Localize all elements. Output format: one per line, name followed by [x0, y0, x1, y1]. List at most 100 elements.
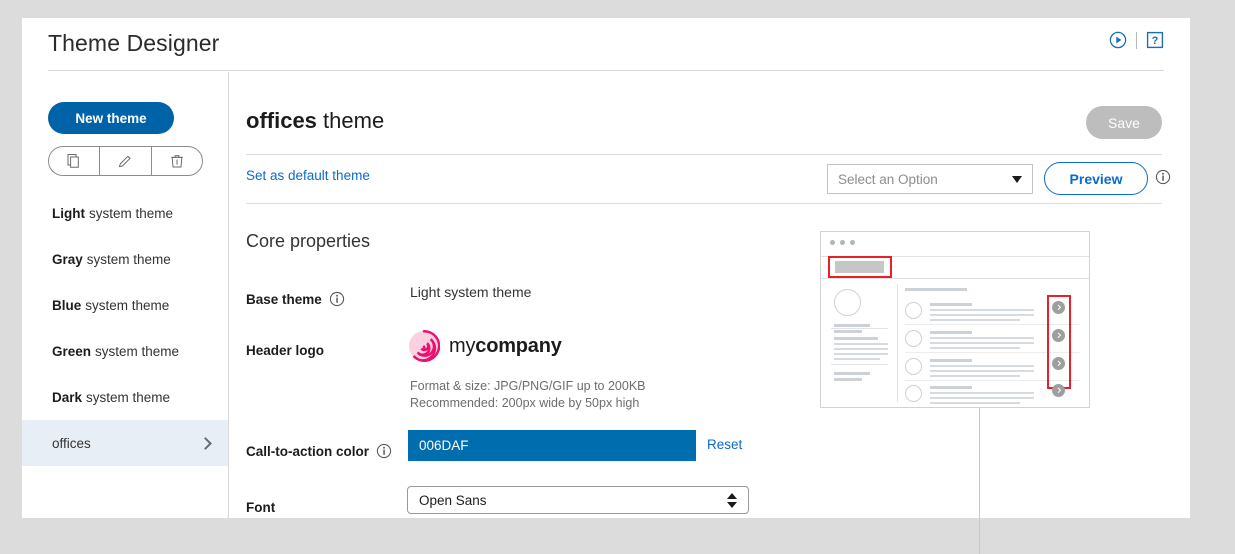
preview-content-title-bar	[905, 288, 967, 291]
theme-designer-window: Theme Designer ? New theme Light system …	[22, 18, 1190, 554]
cta-color-label: Call-to-action color	[246, 443, 392, 459]
font-label-text: Font	[246, 500, 276, 515]
header-logo-hint: Format & size: JPG/PNG/GIF up to 200KB R…	[410, 378, 646, 412]
preview-row-chevron-icon	[1052, 384, 1065, 397]
core-properties-title: Core properties	[246, 231, 371, 251]
save-button[interactable]: Save	[1086, 106, 1162, 139]
theme-suffix: system theme	[86, 251, 171, 267]
preview-logo-highlight	[828, 256, 892, 278]
font-label: Font	[246, 500, 275, 515]
stepper-arrows-icon	[727, 492, 737, 508]
mycompany-wordmark: mycompany	[449, 335, 562, 358]
chevron-right-icon	[199, 436, 212, 450]
theme-suffix: system theme	[95, 343, 180, 359]
preview-bar	[834, 378, 862, 381]
theme-heading: offices theme	[246, 108, 384, 134]
mycompany-spiral-logo-icon	[408, 330, 440, 362]
preview-option-placeholder: Select an Option	[838, 171, 938, 187]
sidebar-item-green-system-theme[interactable]: Green system theme	[22, 328, 228, 374]
preview-row-avatar	[905, 330, 922, 347]
preview-bar	[834, 324, 870, 327]
sidebar-item-offices[interactable]: offices	[22, 420, 228, 466]
cta-color-info-icon[interactable]	[376, 443, 392, 459]
preview-bar	[834, 337, 878, 340]
font-select-value: Open Sans	[419, 492, 487, 508]
preview-row-chevron-icon	[1052, 329, 1065, 342]
logo-hint-size: Recommended: 200px wide by 50px high	[410, 396, 640, 410]
preview-sidebar-divider	[831, 364, 888, 365]
sidebar-item-dark-system-theme[interactable]: Dark system theme	[22, 374, 228, 420]
sidebar-item-light-system-theme[interactable]: Light system theme	[22, 190, 228, 236]
title-divider	[48, 70, 1164, 71]
preview-content-divider	[897, 284, 898, 402]
preview-avatar-circle	[834, 289, 861, 316]
base-theme-label: Base theme	[246, 291, 345, 307]
preview-row-avatar	[905, 358, 922, 375]
header-logo-label: Header logo	[246, 343, 324, 358]
theme-sidebar: New theme Light system theme Gray system…	[22, 72, 228, 518]
header-logo-label-text: Header logo	[246, 343, 325, 358]
theme-heading-name: offices	[246, 108, 317, 133]
preview-bar	[834, 330, 862, 333]
edit-theme-button[interactable]	[99, 147, 150, 175]
topbar-divider	[1136, 31, 1137, 49]
page-title: Theme Designer	[48, 30, 220, 56]
help-question-icon[interactable]: ?	[1146, 31, 1164, 49]
preview-row-avatar	[905, 302, 922, 319]
window-topbar: Theme Designer ?	[22, 18, 1190, 72]
theme-heading-suffix: theme	[316, 108, 385, 133]
logo-text-light: my	[449, 334, 476, 357]
trash-icon	[169, 153, 185, 169]
theme-name: Green	[52, 343, 92, 359]
set-as-default-theme-link[interactable]: Set as default theme	[246, 168, 370, 183]
preview-info-icon[interactable]	[1155, 169, 1171, 185]
preview-option-select[interactable]: Select an Option	[827, 164, 1033, 194]
preview-bar	[834, 353, 888, 355]
preview-bar	[834, 348, 888, 350]
header-divider-bottom	[246, 203, 1162, 204]
theme-suffix: system theme	[86, 389, 171, 405]
font-select[interactable]: Open Sans	[407, 486, 749, 514]
base-theme-label-text: Base theme	[246, 291, 322, 307]
preview-bar	[834, 372, 870, 375]
sidebar-item-blue-system-theme[interactable]: Blue system theme	[22, 282, 228, 328]
base-theme-value: Light system theme	[410, 284, 532, 300]
cta-color-value: 006DAF	[419, 438, 469, 453]
header-divider-top	[246, 154, 1162, 155]
base-theme-info-icon[interactable]	[329, 291, 345, 307]
copy-icon	[66, 153, 82, 169]
theme-list: Light system theme Gray system theme Blu…	[22, 190, 228, 466]
theme-suffix: system theme	[85, 297, 170, 313]
video-play-icon[interactable]	[1109, 31, 1127, 49]
theme-preview-thumbnail	[820, 231, 1090, 408]
theme-name: Gray	[52, 251, 83, 267]
cta-color-label-text: Call-to-action color	[246, 443, 370, 459]
preview-nav-divider	[821, 278, 1089, 279]
new-theme-button[interactable]: New theme	[48, 102, 174, 134]
chevron-down-icon	[1012, 175, 1022, 183]
theme-name: Dark	[52, 389, 83, 405]
copy-theme-button[interactable]	[49, 147, 99, 175]
preview-bar	[834, 358, 880, 360]
cta-color-input[interactable]: 006DAF	[408, 430, 696, 461]
theme-name: Light	[52, 205, 85, 221]
header-logo-preview: mycompany	[408, 330, 562, 362]
preview-row-chevron-icon	[1052, 301, 1065, 314]
theme-name: Blue	[52, 297, 82, 313]
theme-suffix: system theme	[89, 205, 174, 221]
preview-button[interactable]: Preview	[1044, 162, 1148, 195]
preview-sidebar-divider	[831, 328, 888, 329]
theme-name: offices	[52, 435, 91, 451]
logo-text-bold: company	[475, 334, 562, 357]
pencil-icon	[117, 153, 133, 169]
preview-row-avatar	[905, 385, 922, 402]
logo-hint-format: Format & size: JPG/PNG/GIF up to 200KB	[410, 379, 646, 393]
topbar-icon-group: ?	[1109, 31, 1164, 49]
sidebar-item-gray-system-theme[interactable]: Gray system theme	[22, 236, 228, 282]
preview-bar	[834, 343, 888, 345]
main-content: offices theme Save Set as default theme …	[229, 72, 1190, 554]
cta-color-reset-link[interactable]: Reset	[707, 437, 742, 452]
browser-dots-icon	[830, 240, 855, 245]
svg-text:?: ?	[1152, 35, 1159, 47]
delete-theme-button[interactable]	[150, 147, 202, 175]
